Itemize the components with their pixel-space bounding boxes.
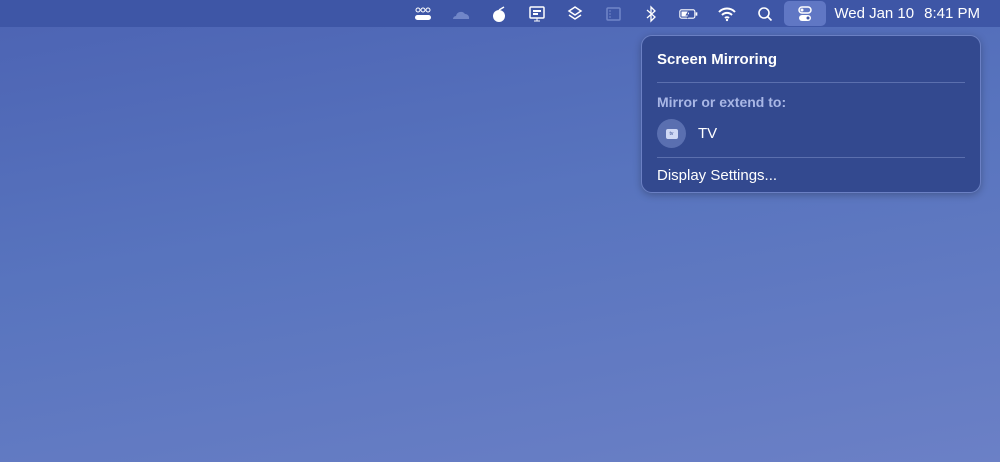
monitor-icon[interactable] (518, 0, 556, 27)
wifi-icon[interactable] (708, 0, 746, 27)
bluetooth-icon[interactable] (632, 0, 670, 27)
battery-charging-icon[interactable] (670, 0, 708, 27)
sidebar-icon[interactable] (594, 0, 632, 27)
device-tv[interactable]: tv TV (657, 119, 717, 148)
menu-title: Screen Mirroring (657, 51, 778, 68)
apple-tv-icon: tv (657, 119, 686, 148)
device-name: TV (698, 125, 718, 142)
date: Wed Jan 10 (834, 5, 915, 22)
menu-bar: Wed Jan 10 8:41 PM (0, 0, 1000, 27)
toggle-switches-icon[interactable] (404, 0, 442, 27)
section-label: Mirror or extend to: (657, 94, 787, 110)
menu-bar-clock[interactable]: Wed Jan 10 8:41 PM (834, 5, 980, 22)
time: 8:41 PM (924, 5, 980, 22)
display-settings-item[interactable]: Display Settings... (657, 167, 777, 184)
apple-tv-icon-text: tv (665, 128, 678, 139)
screen-mirroring-menu: Screen Mirroring Mirror or extend to: tv… (641, 35, 981, 193)
divider (657, 82, 965, 83)
cloud-icon[interactable] (442, 0, 480, 27)
divider (657, 157, 965, 158)
search-icon[interactable] (746, 0, 784, 27)
apple-fruit-icon[interactable] (480, 0, 518, 27)
layers-icon[interactable] (556, 0, 594, 27)
control-center-icon[interactable] (784, 1, 827, 26)
